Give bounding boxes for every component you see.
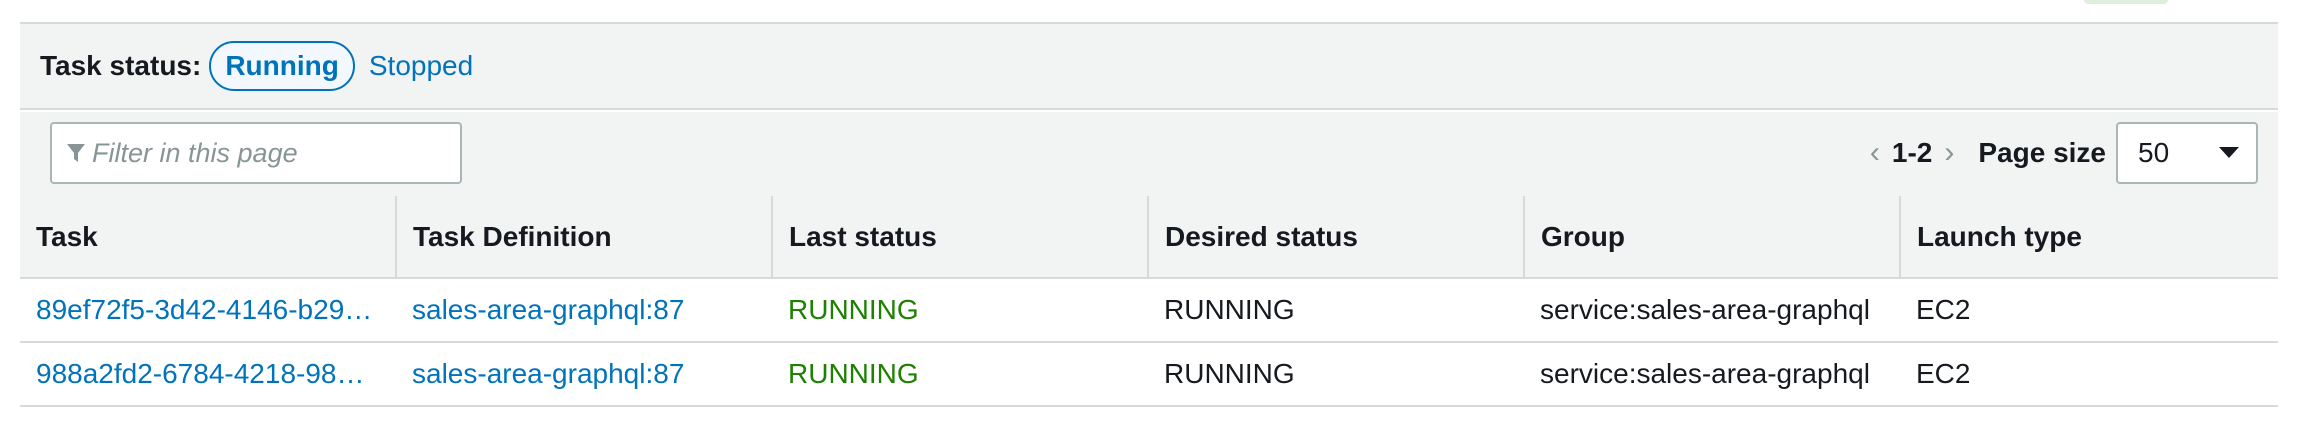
table-row: 988a2fd2-6784-4218-98… sales-area-graphq…: [20, 342, 2278, 407]
top-strip: [20, 0, 2278, 24]
desired-status-cell: RUNNING: [1148, 278, 1524, 343]
page-size-label: Page size: [1978, 137, 2106, 168]
caret-down-icon: [2219, 147, 2239, 158]
tasks-table: Task Task Definition Last status Desired…: [20, 196, 2278, 407]
page-size-select[interactable]: 50: [2116, 122, 2258, 184]
filter-placeholder: Filter in this page: [92, 137, 298, 168]
task-id-link[interactable]: 988a2fd2-6784-4218-98…: [20, 342, 396, 407]
partial-button[interactable]: [2084, 0, 2168, 4]
pagination: ‹ 1-2 › Page size 50: [1858, 122, 2258, 184]
column-header-desired-status[interactable]: Desired status: [1147, 196, 1524, 279]
page-size-value: 50: [2138, 137, 2170, 168]
filter-icon: [67, 144, 85, 162]
launch-type-cell: EC2: [1900, 278, 2278, 343]
task-status-bar: Task status: Running Stopped: [20, 24, 2278, 110]
task-definition-link[interactable]: sales-area-graphql:87: [396, 278, 772, 343]
filter-input[interactable]: Filter in this page: [50, 122, 462, 184]
tasks-panel: Task status: Running Stopped Filter in t…: [20, 0, 2278, 410]
page-range: 1-2: [1891, 137, 1933, 168]
table-row: 89ef72f5-3d42-4146-b29… sales-area-graph…: [20, 278, 2278, 343]
chevron-left-icon[interactable]: ‹: [1858, 136, 1892, 170]
last-status-cell: RUNNING: [772, 342, 1148, 407]
desired-status-cell: RUNNING: [1148, 342, 1524, 407]
filter-bar: Filter in this page ‹ 1-2 › Page size 50: [20, 112, 2278, 198]
column-header-launch-type[interactable]: Launch type: [1899, 196, 2278, 279]
status-running-toggle[interactable]: Running: [209, 41, 355, 91]
launch-type-cell: EC2: [1900, 342, 2278, 407]
column-header-group[interactable]: Group: [1523, 196, 1900, 279]
task-definition-link[interactable]: sales-area-graphql:87: [396, 342, 772, 407]
table-header-row: Task Task Definition Last status Desired…: [20, 196, 2278, 279]
task-id-link[interactable]: 89ef72f5-3d42-4146-b29…: [20, 278, 396, 343]
column-header-last-status[interactable]: Last status: [771, 196, 1148, 279]
last-status-cell: RUNNING: [772, 278, 1148, 343]
task-status-label: Task status:: [40, 50, 202, 81]
group-cell: service:sales-area-graphql: [1524, 278, 1900, 343]
column-header-task-definition[interactable]: Task Definition: [395, 196, 772, 279]
column-header-task[interactable]: Task: [20, 196, 396, 279]
chevron-right-icon[interactable]: ›: [1932, 136, 1966, 170]
status-stopped-toggle[interactable]: Stopped: [355, 43, 487, 89]
group-cell: service:sales-area-graphql: [1524, 342, 1900, 407]
